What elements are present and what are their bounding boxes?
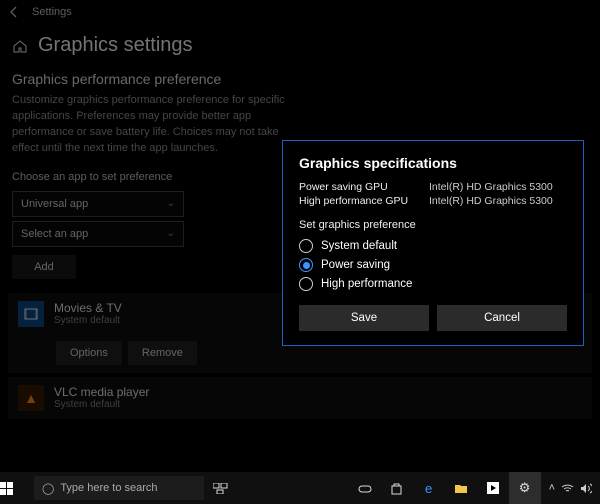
gear-icon: ⚙: [519, 480, 531, 496]
taskbar-app-xbox[interactable]: [349, 472, 381, 504]
search-placeholder: Type here to search: [60, 482, 157, 494]
radio-power-saving[interactable]: Power saving: [299, 258, 567, 272]
chevron-down-icon: ⌄: [167, 228, 175, 239]
app-name: VLC media player: [54, 385, 149, 399]
tray-network-icon[interactable]: [561, 483, 574, 493]
start-button[interactable]: [0, 482, 34, 495]
taskbar-search[interactable]: ◯ Type here to search: [34, 476, 204, 500]
taskbar-app-settings[interactable]: ⚙: [509, 472, 541, 504]
radio-label: System default: [321, 240, 397, 252]
cone-icon: ▲: [18, 385, 44, 411]
taskbar-app-edge[interactable]: e: [413, 472, 445, 504]
radio-icon: [299, 277, 313, 291]
app-name: Movies & TV: [54, 301, 122, 315]
app-pref: System default: [54, 399, 149, 410]
pref-section-label: Set graphics preference: [299, 219, 567, 231]
select-app-value: Select an app: [21, 228, 88, 240]
radio-high-performance[interactable]: High performance: [299, 277, 567, 291]
section-description: Customize graphics performance preferenc…: [0, 87, 300, 157]
taskbar-app-store[interactable]: [381, 472, 413, 504]
tray-chevron-icon[interactable]: ˄: [549, 482, 555, 494]
app-type-value: Universal app: [21, 198, 88, 210]
app-item-vlc[interactable]: ▲ VLC media player System default: [8, 377, 592, 419]
app-pref: System default: [54, 315, 122, 326]
power-gpu-value: Intel(R) HD Graphics 5300: [429, 181, 553, 193]
options-button[interactable]: Options: [56, 341, 122, 365]
task-view-icon[interactable]: [204, 472, 236, 504]
taskbar-app-media[interactable]: [477, 472, 509, 504]
window-title: Settings: [32, 6, 72, 18]
cancel-button[interactable]: Cancel: [437, 305, 567, 331]
taskbar: ◯ Type here to search e ⚙ ˄: [0, 472, 600, 504]
save-button[interactable]: Save: [299, 305, 429, 331]
section-heading: Graphics performance preference: [0, 71, 600, 87]
radio-label: High performance: [321, 278, 412, 290]
home-icon[interactable]: [12, 38, 28, 54]
high-gpu-value: Intel(R) HD Graphics 5300: [429, 195, 553, 207]
graphics-spec-dialog: Graphics specifications Power saving GPU…: [282, 140, 584, 346]
select-app-dropdown[interactable]: Select an app ⌄: [12, 221, 184, 247]
power-gpu-label: Power saving GPU: [299, 181, 429, 193]
dialog-title: Graphics specifications: [299, 155, 567, 171]
high-gpu-label: High performance GPU: [299, 195, 429, 207]
radio-icon: [299, 258, 313, 272]
page-title: Graphics settings: [38, 34, 193, 57]
remove-button[interactable]: Remove: [128, 341, 197, 365]
tray-volume-icon[interactable]: [580, 483, 592, 494]
add-button[interactable]: Add: [12, 255, 76, 279]
cortana-icon: ◯: [42, 482, 54, 495]
back-button[interactable]: [8, 6, 22, 18]
radio-icon: [299, 239, 313, 253]
chevron-down-icon: ⌄: [167, 198, 175, 209]
taskbar-app-explorer[interactable]: [445, 472, 477, 504]
film-icon: [18, 301, 44, 327]
app-type-dropdown[interactable]: Universal app ⌄: [12, 191, 184, 217]
radio-system-default[interactable]: System default: [299, 239, 567, 253]
radio-label: Power saving: [321, 259, 390, 271]
